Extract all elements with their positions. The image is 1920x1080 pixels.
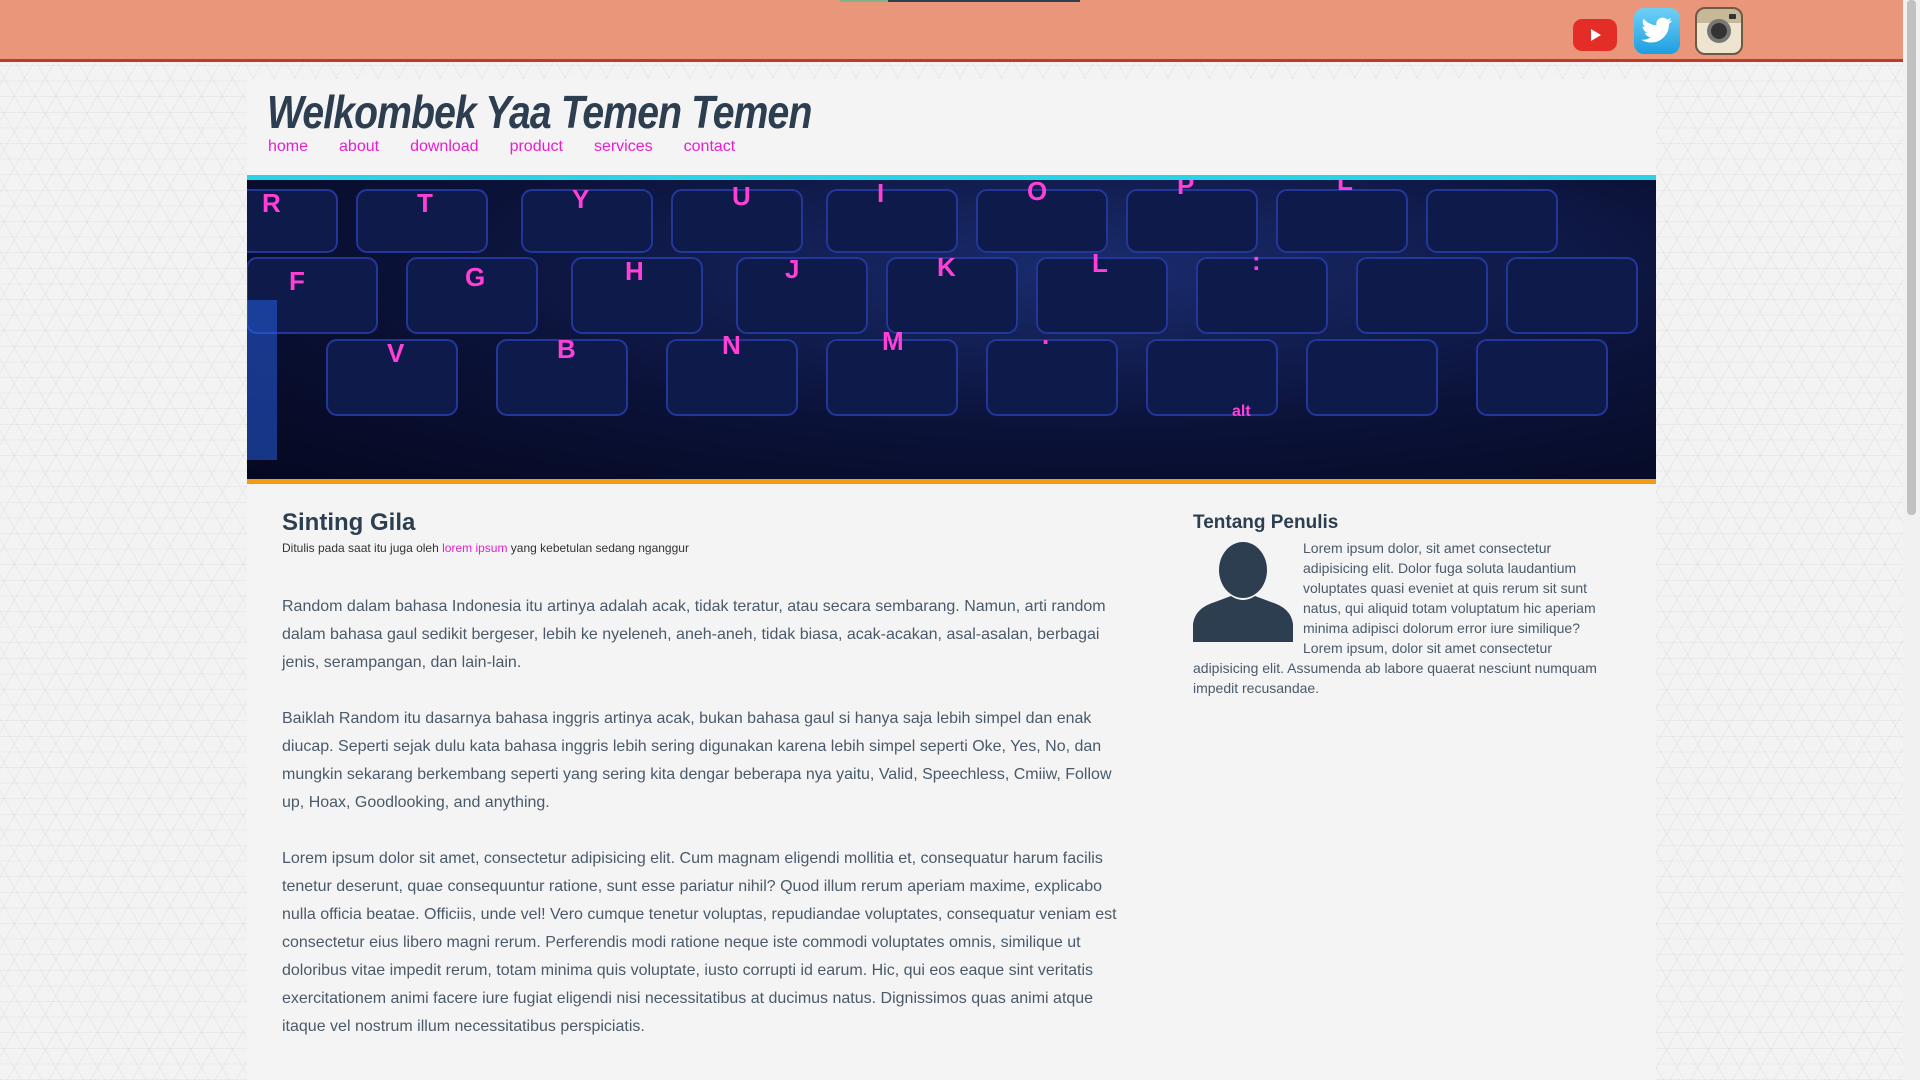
sidebar-about-author: Tentang Penulis Lorem ipsum dolor, sit a…: [1193, 512, 1613, 698]
key-label: .: [1042, 320, 1049, 350]
key-label: F: [289, 266, 305, 296]
twitter-icon: [1634, 8, 1680, 54]
youtube-link[interactable]: [1571, 8, 1619, 54]
article-title: Sinting Gila: [282, 509, 416, 536]
key-label: alt: [1232, 403, 1251, 420]
key-label: T: [417, 188, 433, 218]
keyboard-key: [247, 189, 338, 253]
loading-bar: [840, 0, 1080, 2]
keyboard-key: [1476, 339, 1608, 416]
keyboard-key: [1276, 189, 1408, 253]
meta-prefix: Ditulis pada saat itu juga oleh: [282, 541, 443, 555]
keyboard-key: [986, 339, 1118, 416]
sidebar-title: Tentang Penulis: [1193, 512, 1339, 533]
site-title: Welkombek Yaa Temen Temen: [267, 86, 812, 138]
article-paragraph: Random dalam bahasa Indonesia itu artiny…: [282, 598, 1106, 671]
nav-product[interactable]: product: [510, 138, 563, 156]
key-label: J: [785, 254, 799, 284]
key-label: R: [262, 188, 281, 218]
scrollbar[interactable]: [1903, 0, 1920, 1080]
main-article: Sinting Gila Ditulis pada saat itu juga …: [282, 510, 1127, 1041]
main-nav: home about download product services con…: [268, 138, 735, 156]
key-label: :: [1252, 246, 1261, 276]
instagram-icon: [1695, 7, 1743, 55]
author-link[interactable]: lorem ipsum: [442, 541, 507, 555]
hero-banner-keyboard-image: R T Y U I O P L F G H J K L: V B N M. alt: [247, 175, 1656, 484]
user-avatar-icon: [1193, 542, 1293, 642]
key-glow: [247, 300, 277, 460]
key-label: G: [465, 262, 485, 292]
keyboard-key: [826, 189, 958, 253]
keyboard-illustration: R T Y U I O P L F G H J K L: V B N M . alt: [247, 180, 1638, 460]
keyboard-key: [1306, 339, 1438, 416]
key-label: O: [1027, 180, 1047, 206]
article-paragraph: Lorem ipsum dolor sit amet, consectetur …: [282, 850, 1117, 1035]
nav-contact[interactable]: contact: [684, 138, 736, 156]
nav-download[interactable]: download: [410, 138, 479, 156]
instagram-link[interactable]: [1695, 7, 1743, 55]
keyboard-key: [1146, 339, 1278, 416]
key-label: V: [387, 338, 405, 368]
key-label: L: [1337, 180, 1353, 196]
key-label: H: [625, 256, 644, 286]
key-label: K: [937, 252, 956, 282]
key-label: I: [877, 180, 884, 208]
key-label: P: [1177, 180, 1194, 200]
key-label: Y: [572, 184, 589, 214]
youtube-icon: [1573, 18, 1617, 51]
article-paragraph: Baiklah Random itu dasarnya bahasa inggr…: [282, 710, 1112, 811]
nav-about[interactable]: about: [339, 138, 379, 156]
keyboard-key: [1356, 257, 1488, 334]
key-label: N: [722, 330, 741, 360]
top-bar: [0, 0, 1903, 62]
key-label: M: [882, 326, 904, 356]
key-label: U: [732, 181, 751, 211]
page-container: Welkombek Yaa Temen Temen home about dow…: [247, 79, 1656, 1080]
twitter-link[interactable]: [1633, 8, 1681, 54]
keyboard-key: [736, 257, 868, 334]
nav-home[interactable]: home: [268, 138, 308, 156]
site-header: Welkombek Yaa Temen Temen home about dow…: [247, 79, 1656, 175]
article-meta: Ditulis pada saat itu juga oleh lorem ip…: [282, 541, 1127, 555]
nav-services[interactable]: services: [594, 138, 653, 156]
keyboard-key: [1506, 257, 1638, 334]
key-label: B: [557, 334, 576, 364]
keyboard-key: [1426, 189, 1558, 253]
scrollbar-thumb[interactable]: [1907, 0, 1916, 515]
social-links: [1571, 7, 1743, 55]
meta-suffix: yang kebetulan sedang nganggur: [507, 541, 689, 555]
key-label: L: [1092, 248, 1108, 278]
keyboard-key: [1196, 257, 1328, 334]
